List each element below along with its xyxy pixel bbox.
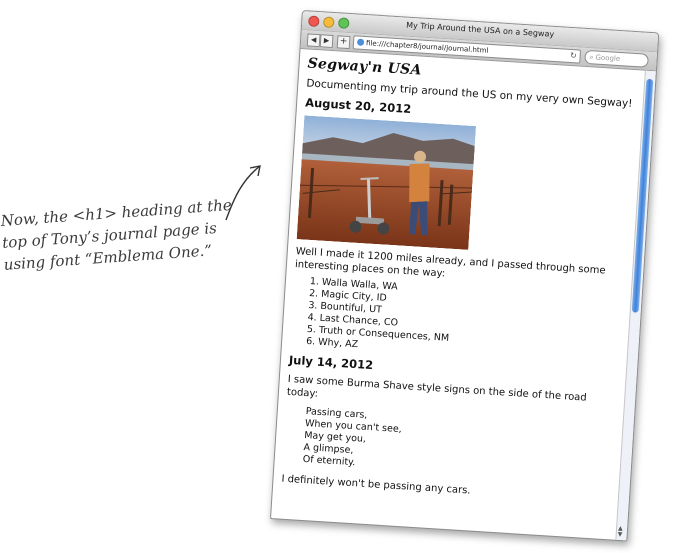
globe-icon	[356, 38, 365, 46]
page-content: Segway'n USA Documenting my trip around …	[271, 49, 646, 540]
places-list: Walla Walla, WA Magic City, ID Bountiful…	[290, 275, 624, 368]
url-text: file:///chapter8/journal/journal.html	[365, 39, 489, 55]
search-icon: ⌕	[589, 53, 594, 62]
add-bookmark-button[interactable]: +	[336, 35, 351, 50]
annotation-note: Now, the <h1> heading at the top of Tony…	[0, 193, 244, 276]
search-placeholder: Google	[595, 53, 621, 64]
scroll-arrows-icon[interactable]: ▲ ▼	[617, 525, 622, 538]
back-button[interactable]: ◀	[306, 33, 321, 48]
nav-buttons: ◀ ▶	[306, 33, 334, 49]
desert-photo-image	[296, 115, 477, 250]
search-field[interactable]: ⌕Google	[584, 49, 649, 68]
reload-icon[interactable]: ↻	[570, 50, 577, 62]
browser-window: My Trip Around the USA on a Segway ◀ ▶ +…	[269, 10, 660, 542]
segway-photo	[296, 115, 477, 250]
annotation-arrow-icon	[225, 165, 261, 221]
forward-button[interactable]: ▶	[319, 34, 334, 49]
poem-block: Passing cars, When you can't see, May ge…	[302, 406, 615, 485]
